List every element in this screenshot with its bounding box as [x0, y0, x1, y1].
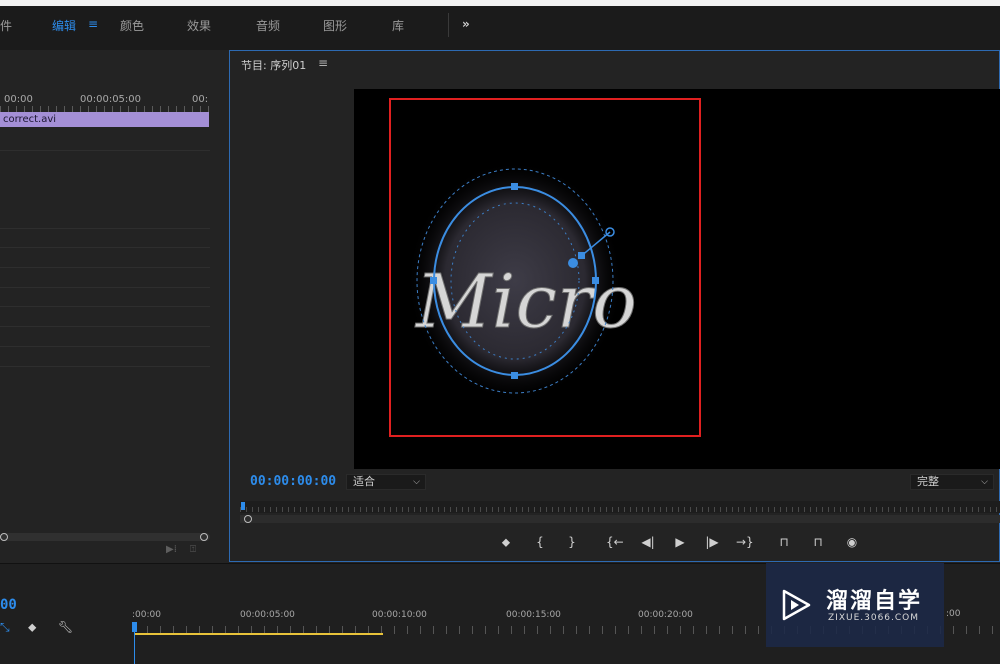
scroll-handle-right[interactable] — [200, 533, 208, 541]
track-divider — [0, 366, 210, 367]
timeline-ruler-label: 00:00:15:00 — [506, 610, 561, 620]
program-title: 节目: 序列01 — [241, 59, 307, 72]
feather-handle[interactable] — [568, 258, 578, 268]
mark-out-icon[interactable]: } — [564, 535, 580, 549]
play-logo-icon — [782, 589, 811, 621]
play-icon[interactable]: ▶ — [672, 535, 688, 549]
tab-divider — [448, 13, 449, 37]
track-divider — [0, 326, 210, 327]
snap-icon[interactable]: ⤡ — [0, 620, 10, 635]
export-icon[interactable]: ⍐ — [190, 544, 196, 555]
track-divider — [0, 346, 210, 347]
watermark-title: 溜溜自学 — [826, 589, 923, 614]
track-divider — [0, 247, 210, 248]
title-strip — [0, 0, 1000, 6]
zoom-scrollbar[interactable] — [240, 515, 1000, 523]
tab-effects[interactable]: 效果 — [187, 17, 211, 34]
work-area-bar[interactable] — [134, 633, 383, 635]
playhead-timecode[interactable]: 00:00:00:00 — [250, 474, 336, 489]
track-divider — [0, 267, 210, 268]
wrench-icon[interactable]: 🔧︎ — [58, 620, 73, 634]
tab-editing[interactable]: 编辑 — [52, 17, 76, 34]
zoom-select-value: 适合 — [353, 475, 375, 488]
step-forward-icon[interactable]: |▶ — [704, 535, 720, 549]
source-ruler-label: 00:00:05:00 — [80, 94, 142, 105]
expansion-handle[interactable] — [578, 252, 585, 259]
insert-icon[interactable]: ▶⁞ — [166, 544, 177, 555]
watermark-subtitle: ZIXUE.3066.COM — [828, 613, 920, 623]
program-monitor: 节目: 序列01 ≡ Micro 00:00:00:00 适合 ⌵ 完整 ⌵ ⬥… — [229, 50, 1000, 562]
panel-menu-icon[interactable]: ≡ — [318, 56, 328, 70]
mask-vertex[interactable] — [430, 277, 437, 284]
zoom-select[interactable]: 适合 ⌵ — [346, 474, 426, 490]
resolution-select-value: 完整 — [917, 475, 939, 488]
go-to-in-icon[interactable]: {← — [606, 535, 624, 549]
timeline-ruler-label: :00:00 — [132, 610, 161, 620]
tab-editing-menu-icon[interactable]: ≡ — [88, 17, 98, 31]
source-panel: 00:00 00:00:05:00 00: correct.avi ▶⁞ ⍐ — [0, 50, 222, 562]
video-frame[interactable]: Micro — [354, 89, 1000, 469]
go-to-out-icon[interactable]: →} — [736, 535, 754, 549]
marker-icon[interactable]: ⬥ — [498, 535, 514, 550]
timeline-ruler-label: :00 — [946, 609, 961, 619]
timeline-ruler-label: 00:00:10:00 — [372, 610, 427, 620]
camera-icon[interactable]: ◉ — [844, 535, 860, 549]
mark-in-icon[interactable]: { — [532, 535, 548, 549]
chevron-down-icon: ⌵ — [413, 477, 420, 487]
tab-file-partial[interactable]: 件 — [0, 17, 12, 34]
chevron-down-icon: ⌵ — [981, 477, 988, 487]
timeline-timecode[interactable]: 00 — [0, 597, 17, 613]
timeline-ruler-label: 00:00:20:00 — [638, 610, 693, 620]
zoom-handle[interactable] — [244, 515, 252, 523]
source-scrollbar[interactable] — [0, 533, 210, 541]
track-divider — [0, 306, 210, 307]
watermark: 溜溜自学 ZIXUE.3066.COM — [766, 563, 944, 647]
step-back-icon[interactable]: ◀| — [640, 535, 656, 549]
track-divider — [0, 228, 210, 229]
scroll-handle-left[interactable] — [0, 533, 8, 541]
source-ruler-label: 00:00 — [4, 94, 33, 105]
video-overlay: Micro — [389, 98, 701, 437]
mask-vertex[interactable] — [511, 183, 518, 190]
track-divider — [0, 150, 210, 151]
more-workspaces-icon[interactable]: » — [462, 17, 470, 31]
lift-icon[interactable]: ⊓ — [776, 535, 792, 549]
resolution-select[interactable]: 完整 ⌵ — [910, 474, 994, 490]
time-ruler[interactable] — [240, 501, 1000, 513]
source-clip[interactable]: correct.avi — [0, 112, 209, 127]
tab-graphics[interactable]: 图形 — [323, 17, 347, 34]
tab-color[interactable]: 颜色 — [120, 17, 144, 34]
extract-icon[interactable]: ⊓ — [810, 535, 826, 549]
source-ruler-label: 00: — [192, 94, 209, 105]
workspace-bar: 件 编辑 ≡ 颜色 效果 音频 图形 库 » — [0, 0, 1000, 50]
mask-vertex[interactable] — [511, 372, 518, 379]
timeline-ruler-label: 00:00:05:00 — [240, 610, 295, 620]
playhead-marker[interactable] — [241, 502, 245, 510]
add-marker-icon[interactable]: ⬥ — [28, 620, 36, 635]
tab-libraries[interactable]: 库 — [392, 17, 404, 34]
track-divider — [0, 287, 210, 288]
mask-vertex[interactable] — [592, 277, 599, 284]
timeline-playhead-line — [134, 630, 135, 664]
tab-audio[interactable]: 音频 — [256, 17, 280, 34]
